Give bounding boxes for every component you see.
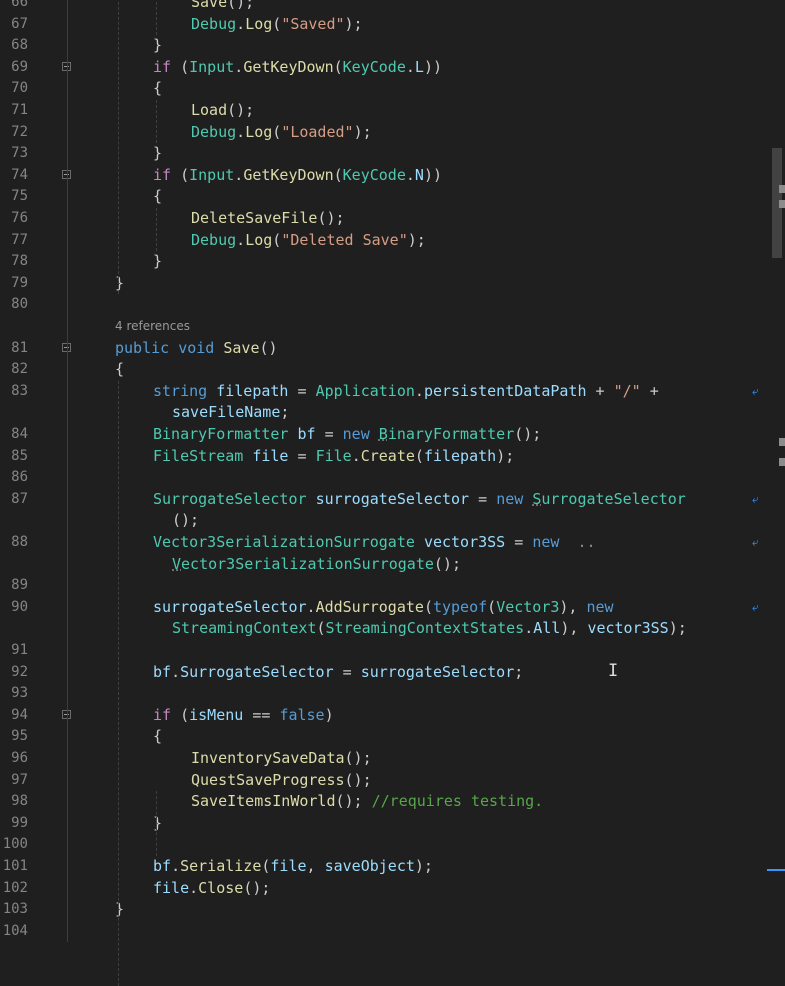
line-number: 67 — [11, 15, 28, 32]
code-text[interactable]: bf.Serialize(file, saveObject); — [153, 856, 433, 878]
code-text[interactable]: QuestSaveProgress(); — [191, 770, 372, 792]
line-number: 89 — [11, 577, 28, 594]
codelens-row[interactable]: 4 references — [0, 316, 785, 338]
outlining-margin — [67, 0, 68, 942]
line-number: 97 — [11, 771, 28, 788]
code-text[interactable]: saveFileName; — [172, 402, 289, 424]
code-text[interactable]: } — [153, 813, 162, 835]
code-text[interactable]: } — [153, 251, 162, 273]
line-number: 76 — [11, 210, 28, 226]
line-number: 81 — [11, 339, 28, 356]
line-number: 90 — [11, 598, 28, 615]
code-text[interactable]: { — [153, 78, 162, 100]
code-text[interactable]: { — [153, 186, 162, 208]
text-cursor-icon: I — [608, 661, 619, 681]
indent-guide — [156, 791, 157, 856]
line-number: 99 — [11, 814, 28, 831]
line-number: 72 — [11, 123, 28, 140]
line-number: 95 — [11, 728, 28, 745]
line-number: 93 — [11, 685, 28, 702]
word-wrap-glyph-icon: ⤶ — [752, 491, 759, 506]
code-text[interactable]: Vector3SerializationSurrogate vector3SS … — [153, 532, 596, 554]
line-number: 75 — [11, 188, 28, 205]
line-number: 85 — [11, 447, 28, 464]
code-line[interactable]: 82 { — [0, 359, 785, 381]
line-number: 79 — [11, 274, 28, 291]
code-text[interactable]: FileStream file = File.Create(filepath); — [153, 446, 514, 468]
line-number: 78 — [11, 253, 28, 270]
code-text[interactable]: Debug.Log("Deleted Save"); — [191, 230, 426, 252]
code-text[interactable]: } — [115, 899, 124, 921]
vertical-scrollbar[interactable] — [767, 0, 785, 929]
code-text[interactable]: { — [115, 359, 124, 381]
code-text[interactable]: } — [153, 35, 162, 57]
line-number: 70 — [11, 80, 28, 97]
code-text[interactable]: if (Input.GetKeyDown(KeyCode.N)) — [153, 165, 442, 187]
code-text[interactable]: DeleteSaveFile(); — [191, 208, 345, 230]
indent-guide — [156, 208, 157, 252]
code-text[interactable]: BinaryFormatter bf = new BinaryFormatter… — [153, 424, 541, 446]
line-number: 87 — [11, 490, 28, 507]
line-number: 104 — [2, 922, 28, 939]
code-text[interactable]: Debug.Log("Saved"); — [191, 14, 363, 36]
code-text[interactable]: (); — [172, 510, 199, 532]
caret-position-marker — [767, 869, 785, 871]
line-number: 82 — [11, 361, 28, 378]
line-number: 86 — [11, 469, 28, 486]
code-line[interactable]: 80 — [0, 294, 785, 316]
scrollbar-marker — [779, 200, 785, 208]
line-number: 66 — [11, 0, 28, 10]
scrollbar-marker — [779, 185, 785, 193]
line-number: 96 — [11, 750, 28, 766]
word-wrap-glyph-icon: ⤶ — [752, 535, 759, 549]
line-number: 94 — [11, 706, 28, 723]
code-text[interactable]: bf.SurrogateSelector = surrogateSelector… — [153, 662, 523, 684]
scrollbar-marker — [779, 438, 785, 446]
line-number: 80 — [11, 296, 28, 313]
code-text[interactable]: InventorySaveData(); — [191, 748, 372, 770]
code-text[interactable]: Debug.Log("Loaded"); — [191, 122, 372, 144]
line-number: 84 — [11, 426, 28, 442]
code-text[interactable]: surrogateSelector.AddSurrogate(typeof(Ve… — [153, 597, 614, 619]
code-text[interactable]: Load(); — [191, 100, 254, 122]
line-number: 71 — [11, 102, 28, 118]
line-number: 77 — [11, 231, 28, 248]
line-number: 73 — [11, 145, 28, 162]
line-number: 69 — [11, 58, 28, 75]
code-text[interactable]: if (Input.GetKeyDown(KeyCode.L)) — [153, 57, 442, 79]
code-text[interactable]: SaveItemsInWorld(); //requires testing. — [191, 791, 543, 813]
code-text[interactable]: { — [153, 726, 162, 748]
indent-guide — [156, 0, 157, 36]
line-number: 88 — [11, 534, 28, 550]
code-text[interactable]: Save(); — [191, 0, 254, 14]
line-number: 91 — [11, 642, 28, 658]
indent-guide — [118, 380, 119, 986]
line-number: 83 — [11, 382, 28, 399]
line-number: 103 — [2, 901, 28, 918]
code-text[interactable]: } — [115, 273, 124, 295]
code-text[interactable]: StreamingContext(StreamingContextStates.… — [172, 618, 687, 640]
code-text[interactable]: Vector3SerializationSurrogate(); — [172, 554, 461, 576]
line-number: 68 — [11, 37, 28, 54]
indent-guide — [118, 0, 119, 295]
code-text[interactable]: if (isMenu == false) — [153, 705, 334, 727]
code-text[interactable]: public void Save() — [115, 338, 278, 360]
line-number: 100 — [2, 836, 28, 853]
code-text[interactable]: } — [153, 143, 162, 165]
code-line[interactable]: 81 public void Save() — [0, 338, 785, 360]
code-text[interactable]: file.Close(); — [153, 878, 270, 900]
line-number: 74 — [11, 166, 28, 183]
line-number: 101 — [2, 858, 28, 874]
word-wrap-glyph-icon: ⤶ — [752, 599, 759, 614]
code-text[interactable]: string filepath = Application.persistent… — [153, 381, 659, 403]
code-editor[interactable]: 66 Save(); 67 Debug.Log("Saved"); 68} 69 if (I… — [0, 0, 785, 986]
indent-guide — [156, 100, 157, 144]
codelens-references[interactable]: 4 references — [115, 316, 190, 338]
code-text[interactable]: SurrogateSelector surrogateSelector = ne… — [153, 489, 686, 511]
word-wrap-glyph-icon: ⤶ — [752, 383, 759, 398]
line-number: 102 — [2, 879, 28, 896]
scrollbar-marker — [779, 458, 785, 466]
line-number: 98 — [11, 793, 28, 810]
line-number: 92 — [11, 663, 28, 680]
